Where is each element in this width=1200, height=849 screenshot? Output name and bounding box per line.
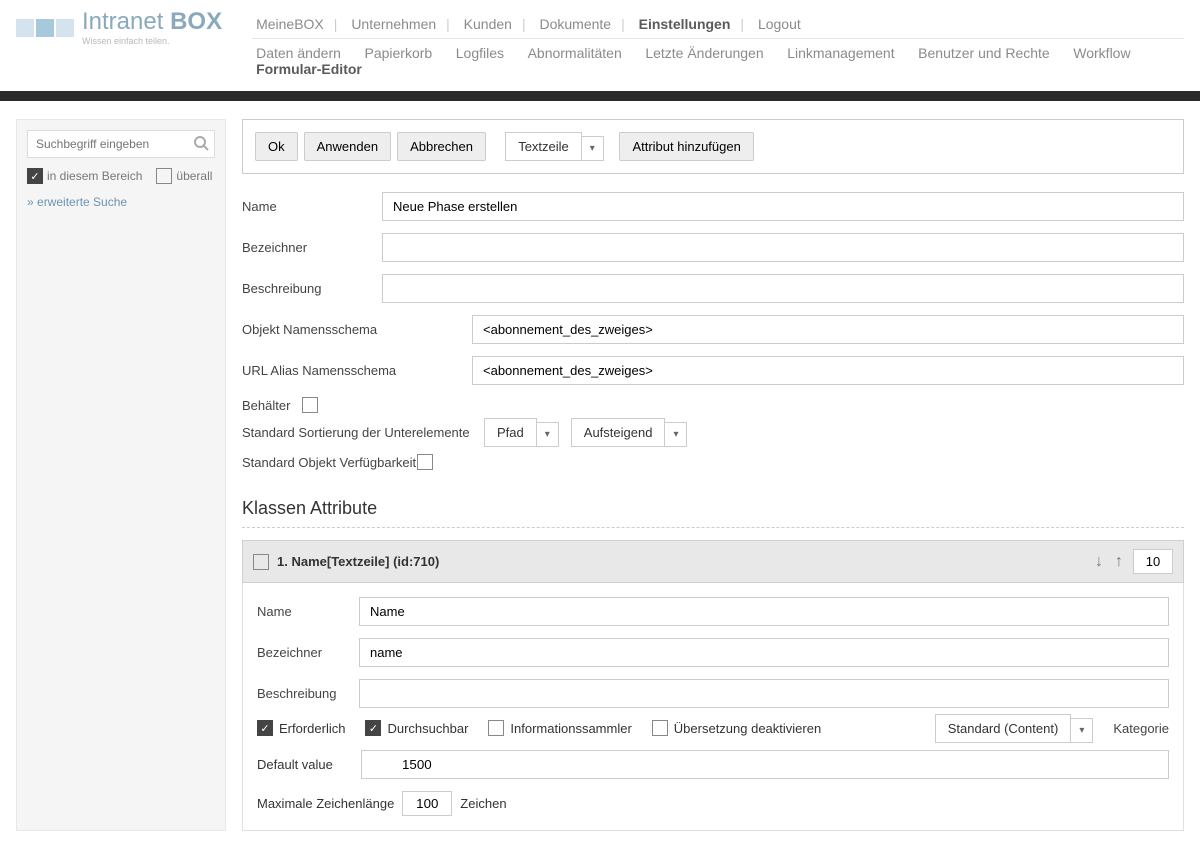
container-label: Behälter — [242, 398, 302, 413]
sort-field-value: Pfad — [484, 418, 537, 447]
sub-nav: Daten ändern Papierkorb Logfiles Abnorma… — [252, 39, 1184, 83]
divider-bar — [0, 91, 1200, 101]
category-value: Standard (Content) — [935, 714, 1072, 743]
search-icon[interactable] — [193, 135, 209, 151]
no-translate-label: Übersetzung deaktivieren — [674, 721, 821, 736]
apply-button[interactable]: Anwenden — [304, 132, 391, 161]
url-schema-input[interactable] — [472, 356, 1184, 385]
subnav-papierkorb[interactable]: Papierkorb — [360, 45, 436, 61]
move-down-icon[interactable]: ↓ — [1093, 553, 1105, 571]
identifier-label: Bezeichner — [242, 240, 382, 255]
category-label: Kategorie — [1113, 721, 1169, 736]
sidebar: ✓ in diesem Bereich überall erweiterte Su… — [16, 119, 226, 831]
object-schema-label: Objekt Namensschema — [242, 322, 472, 337]
chevron-down-icon: ▾ — [537, 422, 559, 447]
container-checkbox[interactable] — [302, 397, 318, 413]
search-scope-all[interactable]: überall — [156, 168, 212, 184]
searchable-label: Durchsuchbar — [387, 721, 468, 736]
subnav-abnormalitaeten[interactable]: Abnormalitäten — [524, 45, 626, 61]
logo-tagline: Wissen einfach teilen. — [82, 37, 222, 46]
object-schema-input[interactable] — [472, 315, 1184, 344]
url-schema-label: URL Alias Namensschema — [242, 363, 472, 378]
search-input[interactable] — [27, 130, 215, 158]
name-input[interactable] — [382, 192, 1184, 221]
checkbox-icon — [488, 720, 504, 736]
add-attribute-button[interactable]: Attribut hinzufügen — [619, 132, 753, 161]
checkbox-icon — [156, 168, 172, 184]
cancel-button[interactable]: Abbrechen — [397, 132, 486, 161]
checkbox-checked-icon: ✓ — [27, 168, 43, 184]
maxlen-label: Maximale Zeichenlänge — [257, 796, 394, 811]
toolbar: Ok Anwenden Abbrechen Textzeile▾ Attribu… — [242, 119, 1184, 174]
attribute-select-checkbox[interactable] — [253, 554, 269, 570]
attr-identifier-input[interactable] — [359, 638, 1169, 667]
section-divider — [242, 527, 1184, 528]
attr-name-label: Name — [257, 604, 347, 619]
sort-label: Standard Sortierung der Unterelemente — [242, 425, 472, 440]
no-translate-checkbox[interactable]: Übersetzung deaktivieren — [652, 720, 821, 736]
default-value-label: Default value — [257, 757, 347, 772]
nav-einstellungen[interactable]: Einstellungen — [635, 16, 735, 32]
logo-name: Intranet — [82, 8, 163, 35]
attr-description-label: Beschreibung — [257, 686, 347, 701]
class-attributes-heading: Klassen Attribute — [242, 498, 1184, 519]
subnav-letzte-aenderungen[interactable]: Letzte Änderungen — [641, 45, 767, 61]
category-select[interactable]: Standard (Content)▾ — [935, 721, 1094, 736]
subnav-linkmanagement[interactable]: Linkmanagement — [783, 45, 898, 61]
checkbox-checked-icon: ✓ — [257, 720, 273, 736]
advanced-search-link[interactable]: erweiterte Suche — [27, 195, 127, 209]
ok-button[interactable]: Ok — [255, 132, 298, 161]
chevron-down-icon: ▾ — [665, 422, 687, 447]
attribute-type-select[interactable]: Textzeile▾ — [505, 139, 604, 154]
description-input[interactable] — [382, 274, 1184, 303]
maxlen-unit: Zeichen — [460, 796, 506, 811]
logo: Intranet BOX Wissen einfach teilen. — [16, 10, 222, 46]
move-up-icon[interactable]: ↑ — [1113, 553, 1125, 571]
availability-label: Standard Objekt Verfügbarkeit — [242, 455, 417, 470]
description-label: Beschreibung — [242, 281, 382, 296]
checkbox-icon — [652, 720, 668, 736]
searchable-checkbox[interactable]: ✓ Durchsuchbar — [365, 720, 468, 736]
name-label: Name — [242, 199, 382, 214]
subnav-benutzer-rechte[interactable]: Benutzer und Rechte — [914, 45, 1054, 61]
availability-checkbox[interactable] — [417, 454, 433, 470]
required-label: Erforderlich — [279, 721, 345, 736]
chevron-down-icon: ▾ — [1071, 718, 1093, 743]
attribute-title: 1. Name[Textzeile] (id:710) — [277, 554, 1085, 569]
subnav-workflow[interactable]: Workflow — [1069, 45, 1134, 61]
attribute-order-input[interactable] — [1133, 549, 1173, 574]
logo-bold: BOX — [170, 8, 222, 35]
top-nav: MeineBOX| Unternehmen| Kunden| Dokumente… — [252, 10, 1184, 39]
search-scope-here-label: in diesem Bereich — [47, 169, 142, 183]
attribute-type-value: Textzeile — [505, 132, 582, 161]
nav-meinebox[interactable]: MeineBOX — [252, 16, 328, 32]
subnav-formular-editor[interactable]: Formular-Editor — [252, 61, 366, 77]
sort-direction-select[interactable]: Aufsteigend▾ — [571, 425, 688, 440]
nav-unternehmen[interactable]: Unternehmen — [347, 16, 440, 32]
search-scope-all-label: überall — [176, 169, 212, 183]
collector-checkbox[interactable]: Informationssammler — [488, 720, 631, 736]
sort-direction-value: Aufsteigend — [571, 418, 666, 447]
attribute-header: 1. Name[Textzeile] (id:710) ↓ ↑ — [242, 540, 1184, 583]
logo-icon — [16, 19, 74, 37]
identifier-input[interactable] — [382, 233, 1184, 262]
attr-description-input[interactable] — [359, 679, 1169, 708]
subnav-daten-aendern[interactable]: Daten ändern — [252, 45, 345, 61]
checkbox-checked-icon: ✓ — [365, 720, 381, 736]
nav-dokumente[interactable]: Dokumente — [535, 16, 615, 32]
sort-field-select[interactable]: Pfad▾ — [484, 425, 559, 440]
nav-logout[interactable]: Logout — [754, 16, 805, 32]
chevron-down-icon: ▾ — [582, 136, 604, 161]
subnav-logfiles[interactable]: Logfiles — [452, 45, 508, 61]
required-checkbox[interactable]: ✓ Erforderlich — [257, 720, 345, 736]
search-scope-here[interactable]: ✓ in diesem Bereich — [27, 168, 142, 184]
default-value-input[interactable] — [361, 750, 1169, 779]
attr-identifier-label: Bezeichner — [257, 645, 347, 660]
attr-name-input[interactable] — [359, 597, 1169, 626]
collector-label: Informationssammler — [510, 721, 631, 736]
nav-kunden[interactable]: Kunden — [460, 16, 516, 32]
maxlen-input[interactable] — [402, 791, 452, 816]
attribute-body: Name Bezeichner Beschreibung ✓ Erforderli… — [242, 583, 1184, 831]
